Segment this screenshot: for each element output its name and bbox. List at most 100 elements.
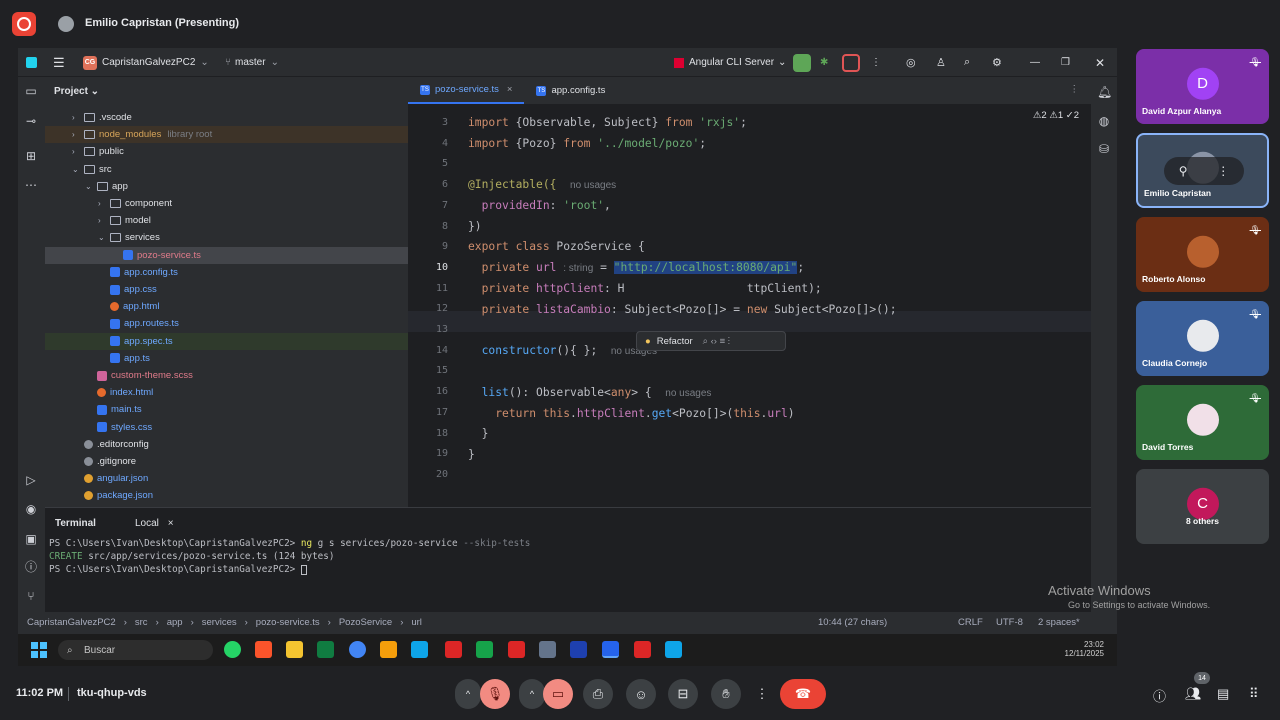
app-icon-2[interactable] bbox=[539, 641, 556, 658]
terminal-tab-local[interactable]: Local × bbox=[135, 518, 174, 529]
code-with-me-icon[interactable]: ♙ bbox=[936, 48, 946, 77]
database-icon[interactable]: ⛁ bbox=[1097, 142, 1111, 156]
terminal-line[interactable]: PS C:\Users\Ivan\Desktop\CapristanGalvez… bbox=[49, 564, 307, 575]
project-panel-title[interactable]: Project ⌄ bbox=[54, 86, 99, 97]
tree-item[interactable]: app.spec.ts bbox=[45, 332, 408, 350]
tree-item[interactable]: index.html bbox=[45, 384, 408, 401]
taskbar-search[interactable]: ⌕ Buscar bbox=[58, 640, 213, 660]
tree-item[interactable]: ⌄ services bbox=[45, 229, 408, 246]
breadcrumb-item[interactable]: app bbox=[167, 617, 183, 628]
stop-button[interactable] bbox=[842, 48, 860, 77]
microphone-off-icon[interactable]: 🎙︎ bbox=[480, 679, 510, 709]
chat-icon[interactable]: ▤ bbox=[1217, 686, 1229, 702]
ai-assistant-icon[interactable]: ◎ bbox=[906, 48, 916, 77]
structure-tool-icon[interactable]: ⊞ bbox=[24, 149, 38, 163]
refactor-popup[interactable]: ● Refactor ⌕ ‹› ≡ ⋮ bbox=[636, 331, 786, 351]
tree-item[interactable]: app.routes.ts bbox=[45, 315, 408, 332]
people-icon[interactable]: 👥︎ bbox=[1185, 686, 1202, 702]
camera-off-icon[interactable]: ▭ bbox=[543, 679, 573, 709]
breadcrumb-item[interactable]: services bbox=[202, 617, 237, 628]
terminal-tool-icon[interactable]: ▣ bbox=[24, 532, 38, 546]
emoji-button[interactable]: ☺ bbox=[626, 679, 656, 709]
more-actions-icon[interactable]: ⋮ bbox=[871, 48, 881, 77]
tree-item[interactable]: ⌄ app bbox=[45, 178, 408, 195]
line-separator[interactable]: CRLF bbox=[958, 617, 983, 628]
chrome-icon[interactable] bbox=[349, 641, 366, 658]
sublime-icon[interactable] bbox=[380, 641, 397, 658]
rerun-button[interactable] bbox=[793, 48, 811, 77]
tree-item[interactable]: angular.json bbox=[45, 470, 408, 487]
present-screen-button[interactable]: ⎙ bbox=[583, 679, 613, 709]
close-tab-icon[interactable]: × bbox=[507, 84, 513, 95]
breadcrumb-item[interactable]: url bbox=[411, 617, 422, 628]
tree-item[interactable]: styles.css bbox=[45, 419, 408, 436]
chevron-right-icon[interactable]: › bbox=[98, 199, 108, 208]
recording-icon[interactable] bbox=[12, 12, 36, 36]
breadcrumb-item[interactable]: pozo-service.ts bbox=[256, 617, 320, 628]
chevron-down-icon[interactable]: ⌄ bbox=[85, 182, 95, 191]
problems-tool-icon[interactable]: ⓘ bbox=[24, 560, 38, 574]
audio-options-button[interactable]: ^ bbox=[455, 679, 481, 709]
tree-item[interactable]: › public bbox=[45, 143, 408, 160]
file-encoding[interactable]: UTF-8 bbox=[996, 617, 1023, 628]
notepad-icon[interactable] bbox=[665, 641, 682, 658]
webstorm-icon[interactable] bbox=[602, 641, 619, 658]
breadcrumb-item[interactable]: CapristanGalvezPC2 bbox=[27, 617, 116, 628]
video-options-button[interactable]: ^ bbox=[519, 679, 545, 709]
tree-item[interactable]: app.css bbox=[45, 281, 408, 298]
ai-chat-icon[interactable]: ◍ bbox=[1097, 114, 1111, 128]
tree-item[interactable]: › model bbox=[45, 212, 408, 229]
breadcrumb-item[interactable]: src bbox=[135, 617, 148, 628]
tree-item[interactable]: ⌄ src bbox=[45, 161, 408, 178]
brave-icon[interactable] bbox=[255, 641, 272, 658]
participant-tile[interactable]: Emilio Capristan ⚲ ⋮ bbox=[1136, 133, 1269, 208]
tab-pozo-service[interactable]: TS pozo-service.ts × bbox=[408, 77, 525, 104]
participant-tile[interactable]: D David Azpur Alanya 🎙︎ bbox=[1136, 49, 1269, 124]
tree-item[interactable]: › node_modules library root bbox=[45, 126, 408, 144]
project-tool-icon[interactable]: ▭ bbox=[24, 84, 38, 98]
tree-item[interactable]: .editorconfig bbox=[45, 436, 408, 453]
tree-item[interactable]: app.config.ts bbox=[45, 264, 408, 281]
captions-button[interactable]: ⊟ bbox=[668, 679, 698, 709]
code-editor[interactable]: TS pozo-service.ts × TS app.config.ts ⋮ ⚠2 … bbox=[408, 77, 1091, 507]
app-icon-3[interactable] bbox=[570, 641, 587, 658]
commit-tool-icon[interactable]: ⊸ bbox=[24, 114, 38, 128]
git-tool-icon[interactable]: ⑂ bbox=[24, 589, 38, 603]
project-icon[interactable] bbox=[476, 641, 493, 658]
activities-icon[interactable]: ⠿ bbox=[1249, 686, 1259, 702]
run-tool-icon[interactable]: ▷ bbox=[24, 473, 38, 487]
pin-icon[interactable]: ⚲ bbox=[1179, 164, 1188, 178]
tree-item[interactable]: .gitignore bbox=[45, 453, 408, 470]
windows-start-icon[interactable] bbox=[31, 642, 47, 658]
indent-setting[interactable]: 2 spaces* bbox=[1038, 617, 1080, 628]
file-explorer-icon[interactable] bbox=[286, 641, 303, 658]
restore-icon[interactable]: ❐ bbox=[1061, 48, 1070, 77]
participant-tile[interactable]: Claudia Cornejo 🎙︎ bbox=[1136, 301, 1269, 376]
p6-icon[interactable] bbox=[445, 641, 462, 658]
app-icon[interactable] bbox=[411, 641, 428, 658]
tree-item[interactable]: pozo-service.ts bbox=[45, 246, 408, 264]
main-menu-icon[interactable]: ☰ bbox=[53, 48, 65, 77]
tabs-more-icon[interactable]: ⋮ bbox=[1070, 84, 1080, 95]
terminal-title[interactable]: Terminal bbox=[55, 518, 96, 529]
breadcrumb-item[interactable]: PozoService bbox=[339, 617, 392, 628]
branch-selector[interactable]: ⑂ master ⌄ bbox=[225, 48, 279, 77]
p6-icon-2[interactable] bbox=[508, 641, 525, 658]
chevron-down-icon[interactable]: ⌄ bbox=[72, 165, 82, 174]
tree-item[interactable]: › component bbox=[45, 195, 408, 212]
more-tools-icon[interactable]: ⋯ bbox=[24, 178, 38, 192]
tree-item[interactable]: › .vscode bbox=[45, 109, 408, 126]
minimize-icon[interactable]: — bbox=[1030, 48, 1040, 77]
raise-hand-button[interactable]: ✋︎ bbox=[711, 679, 741, 709]
debug-icon[interactable]: ✱ bbox=[820, 48, 828, 77]
chevron-right-icon[interactable]: › bbox=[72, 147, 82, 156]
close-icon[interactable]: ✕ bbox=[1095, 48, 1105, 77]
chevron-right-icon[interactable]: › bbox=[98, 216, 108, 225]
search-icon[interactable]: ⌕ bbox=[964, 48, 970, 77]
participant-tile[interactable]: C8 others bbox=[1136, 469, 1269, 544]
leave-call-button[interactable]: ☎︎ bbox=[780, 679, 826, 709]
inspection-widget[interactable]: ⚠2 ⚠1 ✓2 bbox=[1033, 110, 1079, 121]
participant-tile[interactable]: Roberto Alonso 🎙︎ bbox=[1136, 217, 1269, 292]
tree-item[interactable]: app.ts bbox=[45, 350, 408, 367]
more-icon[interactable]: ⋮ bbox=[1217, 164, 1229, 178]
